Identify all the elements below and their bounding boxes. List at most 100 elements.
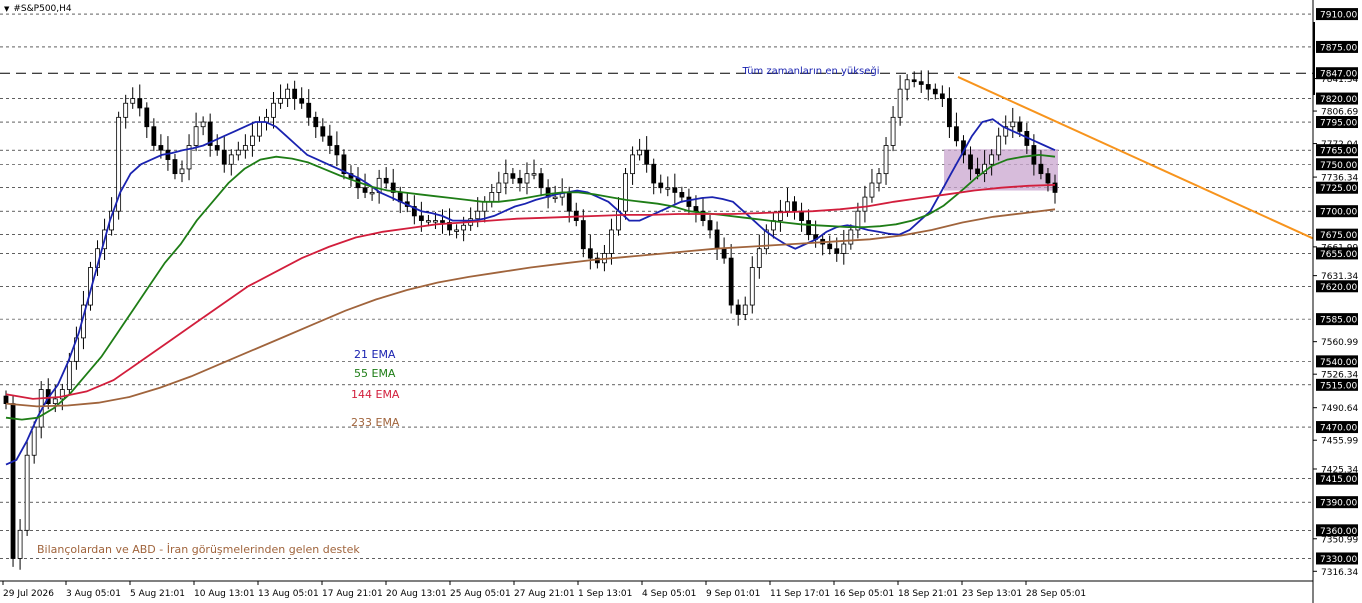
candle-body (271, 102, 276, 118)
candle-body (200, 121, 206, 128)
time-tick-label: 4 Sep 05:01 (642, 589, 696, 599)
candle-body (862, 196, 868, 212)
price-chart[interactable]: Tüm zamanların en yükseği 21 EMA 55 EMA … (0, 0, 1362, 603)
candle-body (320, 126, 326, 137)
candle-body (721, 248, 727, 259)
price-level-label: 7750.00 (1320, 161, 1357, 171)
candle-body (946, 98, 952, 128)
candle-body (911, 79, 917, 83)
candle-body (609, 229, 614, 254)
candle-body (489, 192, 495, 203)
candle-body (433, 220, 438, 223)
candle-body (672, 187, 678, 193)
candle-body (144, 107, 150, 128)
price-tick-label: 7560.99 (1321, 338, 1358, 348)
price-level-label: 7875.00 (1320, 43, 1357, 53)
candle-body (975, 168, 980, 175)
candle-body (496, 182, 502, 193)
time-tick-label: 20 Aug 13:01 (386, 589, 447, 599)
price-level-label: 7765.00 (1320, 147, 1357, 157)
candle-body (834, 248, 840, 254)
candle-body (939, 93, 945, 99)
candle-body (658, 182, 664, 189)
time-tick-label: 1 Sep 13:01 (578, 589, 632, 599)
candle-body (31, 426, 37, 456)
candle-body (742, 304, 748, 315)
price-level-label: 7620.00 (1320, 283, 1357, 293)
candle-body (510, 173, 516, 179)
time-tick-label: 9 Sep 01:01 (706, 589, 760, 599)
dropdown-triangle-icon[interactable]: ▼ (4, 5, 9, 13)
candle-body (665, 187, 671, 190)
ath-label: Tüm zamanların en yükseği (741, 65, 879, 77)
candle-body (327, 135, 333, 146)
time-tick-label: 18 Sep 21:01 (898, 589, 958, 599)
candle-body (883, 145, 889, 175)
price-tick-label: 7455.99 (1321, 437, 1358, 447)
candle-body (806, 220, 811, 236)
candle-body (1017, 121, 1023, 132)
price-level-label: 7655.00 (1320, 250, 1357, 260)
support-note: Bilançolardan ve ABD - İran görüşmelerin… (37, 543, 360, 556)
candle-body (623, 173, 628, 212)
price-tick-label: 7490.64 (1321, 404, 1358, 414)
candle-body (517, 177, 523, 184)
candle-body (299, 98, 305, 104)
time-tick-label: 16 Sep 05:01 (834, 589, 894, 599)
candle-body (918, 81, 924, 85)
candle-body (158, 145, 164, 151)
price-tick-label: 7316.34 (1321, 568, 1358, 578)
time-tick-label: 5 Aug 21:01 (130, 589, 185, 599)
candle-body (10, 403, 16, 559)
chart-background (0, 0, 1362, 603)
time-tick-label: 11 Sep 17:01 (770, 589, 830, 599)
candle-body (66, 360, 72, 390)
time-tick-label: 3 Aug 05:01 (66, 589, 121, 599)
price-level-label: 7725.00 (1320, 184, 1357, 194)
candle-body (362, 187, 368, 193)
ema233-label: 233 EMA (351, 416, 400, 429)
candle-body (123, 102, 129, 118)
candle-body (841, 243, 847, 254)
time-tick-label: 23 Sep 13:01 (962, 589, 1022, 599)
price-level-label: 7470.00 (1320, 424, 1357, 434)
price-level-label: 7675.00 (1320, 231, 1357, 241)
candle-body (475, 210, 481, 220)
candle-body (637, 149, 643, 156)
candle-body (897, 88, 903, 118)
candle-body (728, 257, 734, 306)
candle-body (1045, 173, 1051, 184)
candle-body (869, 182, 875, 198)
price-level-label: 7360.00 (1320, 527, 1357, 537)
candle-body (418, 215, 424, 221)
candle-body (587, 248, 593, 259)
candle-body (827, 243, 833, 250)
time-tick-label: 10 Aug 13:01 (194, 589, 255, 599)
candle-body (257, 121, 262, 137)
candle-body (369, 192, 375, 195)
candle-body (890, 116, 896, 146)
candle-body (707, 220, 713, 231)
candle-body (848, 229, 854, 245)
price-level-label: 7390.00 (1320, 499, 1357, 509)
candle-body (996, 135, 1002, 156)
time-tick-label: 17 Aug 21:01 (322, 589, 383, 599)
ema144-label: 144 EMA (351, 388, 400, 401)
candle-body (278, 98, 283, 104)
candle-body (876, 173, 882, 184)
candle-body (214, 145, 220, 151)
candle-body (792, 201, 797, 212)
candle-body (580, 220, 586, 250)
candle-body (531, 173, 537, 176)
price-level-label: 7820.00 (1320, 95, 1357, 105)
candle-body (679, 192, 685, 198)
price-level-label: 7585.00 (1320, 316, 1357, 326)
symbol-header[interactable]: ▼ #S&P500,H4 (4, 4, 72, 14)
price-level-label: 7795.00 (1320, 119, 1357, 129)
candle-body (989, 154, 995, 165)
candle-body (235, 149, 241, 156)
time-tick-label: 13 Aug 05:01 (258, 589, 319, 599)
candle-body (426, 220, 431, 223)
candle-body (482, 201, 488, 212)
price-level-label: 7910.00 (1320, 11, 1357, 21)
